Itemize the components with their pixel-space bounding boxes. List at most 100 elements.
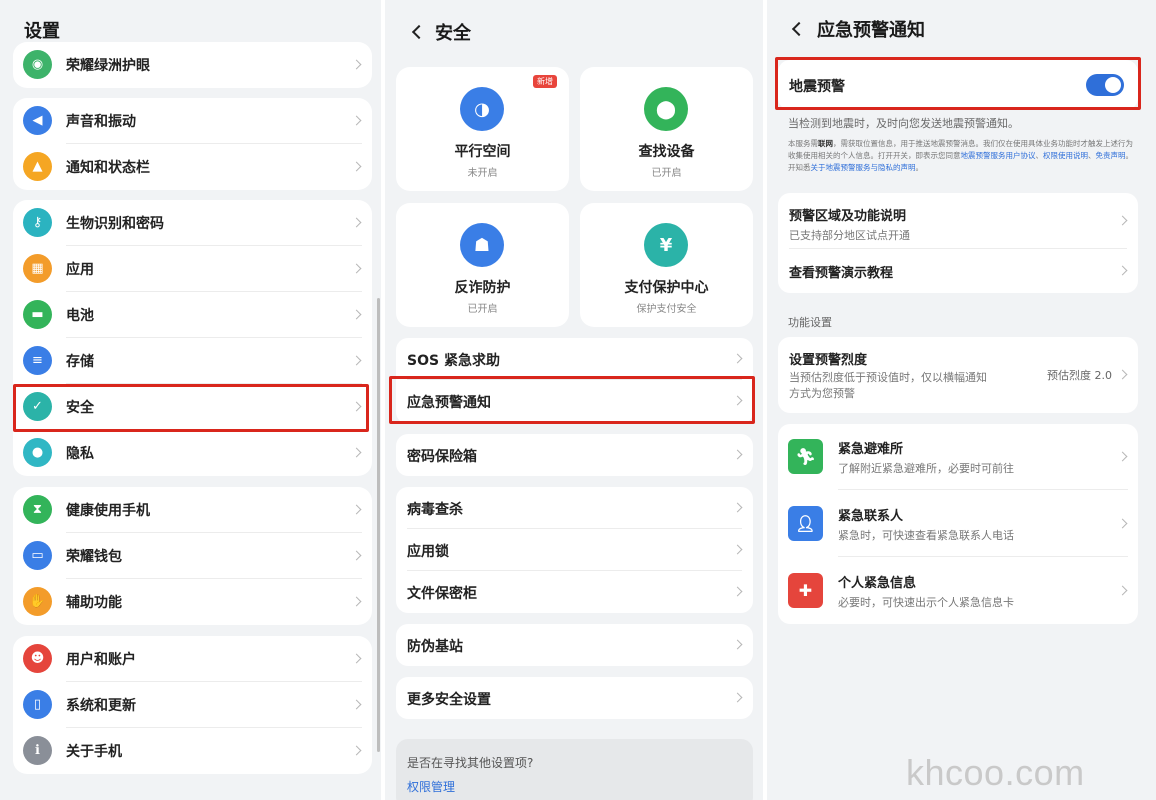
chevron-right-icon — [351, 161, 362, 172]
card-title: 平行空间 — [454, 144, 511, 160]
watermark: khcoo.com — [906, 752, 1085, 793]
battery-icon: ▬ — [23, 300, 52, 329]
list-item-label: 应用锁 — [407, 544, 449, 560]
chevron-right-icon — [351, 745, 362, 756]
list-item-label: 防伪基站 — [407, 639, 463, 655]
list-group-more: 更多安全设置 — [396, 677, 753, 719]
emergency-shelter-row[interactable]: 🏃︎ 紧急避难所 了解附近紧急避难所，必要时可前往 — [778, 424, 1138, 490]
list-item-app-lock[interactable]: 应用锁 — [396, 529, 753, 571]
shield-icon: ✓ — [23, 392, 52, 421]
settings-group-security: ⚷ 生物识别和密码 ▦ 应用 ▬ 电池 ≡ 存储 ✓ 安全 ● 隐私 — [13, 200, 372, 476]
chevron-right-icon — [732, 395, 743, 406]
settings-item-apps[interactable]: ▦ 应用 — [13, 246, 372, 292]
settings-item-accounts[interactable]: ☻ 用户和账户 — [13, 636, 372, 682]
list-item-virus-scan[interactable]: 病毒查杀 — [396, 487, 753, 529]
settings-item-label: 隐私 — [66, 446, 94, 462]
list-item-file-safe[interactable]: 文件保密柜 — [396, 571, 753, 613]
settings-item-sound[interactable]: ◀ 声音和振动 — [13, 98, 372, 144]
location-pin-icon: ⬤ — [644, 87, 688, 131]
phone-info-icon: ℹ — [23, 736, 52, 765]
settings-item-security[interactable]: ✓ 安全 — [13, 384, 372, 430]
row-title: 查看预警演示教程 — [789, 266, 894, 281]
settings-item-label: 声音和振动 — [66, 114, 136, 130]
card-payment-protection[interactable]: ¥ 支付保护中心 保护支付安全 — [580, 203, 753, 327]
medical-cross-icon: ✚ — [788, 573, 823, 608]
privacy-statement-link[interactable]: 关于地震预警服务与隐私的声明 — [811, 163, 916, 172]
settings-item-accessibility[interactable]: ✋ 辅助功能 — [13, 579, 372, 625]
list-item-sos[interactable]: SOS 紧急求助 — [396, 338, 753, 380]
row-title: 紧急联系人 — [838, 509, 904, 524]
chevron-right-icon — [351, 550, 362, 561]
card-find-device[interactable]: ⬤ 查找设备 已开启 — [580, 67, 753, 191]
apps-icon: ▦ — [23, 254, 52, 283]
settings-item-storage[interactable]: ≡ 存储 — [13, 338, 372, 384]
earthquake-alert-row[interactable]: 地震预警 — [778, 60, 1138, 110]
permission-management-link[interactable]: 权限管理 — [407, 778, 455, 795]
personal-emergency-info-row[interactable]: ✚ 个人紧急信息 必要时，可快速出示个人紧急信息卡 — [778, 558, 1138, 624]
settings-item-about-phone[interactable]: ℹ 关于手机 — [13, 728, 372, 774]
chevron-right-icon — [351, 504, 362, 515]
chevron-right-icon — [351, 699, 362, 710]
chevron-right-icon — [732, 353, 743, 364]
chevron-right-icon — [732, 586, 743, 597]
earthquake-alert-toggle[interactable] — [1086, 74, 1124, 96]
card-status: 已开启 — [651, 168, 682, 179]
settings-item-label: 安全 — [66, 400, 94, 416]
search-hint-card: 是否在寻找其他设置项? 权限管理 — [396, 739, 753, 800]
card-parallel-space[interactable]: 新增 ◑ 平行空间 未开启 — [396, 67, 569, 191]
card-status: 未开启 — [467, 168, 498, 179]
new-badge: 新增 — [533, 75, 557, 88]
sound-icon: ◀ — [23, 106, 52, 135]
privacy-icon: ● — [23, 438, 52, 467]
settings-item-biometrics[interactable]: ⚷ 生物识别和密码 — [13, 200, 372, 246]
settings-item-battery[interactable]: ▬ 电池 — [13, 292, 372, 338]
parallel-space-icon: ◑ — [460, 87, 504, 131]
settings-item-label: 用户和账户 — [66, 652, 136, 668]
key-icon: ⚷ — [23, 208, 52, 237]
settings-item-wallet[interactable]: ▭ 荣耀钱包 — [13, 533, 372, 579]
disclaimer-link[interactable]: 免责声明 — [1096, 151, 1126, 160]
demo-tutorial-row[interactable]: 查看预警演示教程 — [778, 249, 1138, 293]
row-subtitle: 紧急时，可快速查看紧急联系人电话 — [838, 529, 1014, 542]
emergency-contacts-row[interactable]: 👤︎ 紧急联系人 紧急时，可快速查看紧急联系人电话 — [778, 491, 1138, 557]
toggle-description: 当检测到地震时，及时向您发送地震预警通知。 — [788, 117, 1019, 130]
list-item-label: 更多安全设置 — [407, 692, 491, 708]
chevron-right-icon — [351, 115, 362, 126]
card-anti-fraud[interactable]: ☗ 反诈防护 已开启 — [396, 203, 569, 327]
toggle-label: 地震预警 — [789, 79, 845, 95]
list-item-label: 病毒查杀 — [407, 502, 463, 518]
chevron-right-icon — [732, 449, 743, 460]
chevron-right-icon — [1117, 369, 1128, 380]
settings-item-privacy[interactable]: ● 隐私 — [13, 430, 372, 476]
card-title: 反诈防护 — [454, 280, 511, 296]
chevron-right-icon — [732, 692, 743, 703]
page-title: 设置 — [24, 21, 60, 42]
settings-item-digital-balance[interactable]: ⧗ 健康使用手机 — [13, 487, 372, 533]
list-item-password-vault[interactable]: 密码保险箱 — [396, 434, 753, 476]
page-title: 安全 — [435, 23, 471, 44]
settings-item-label: 健康使用手机 — [66, 503, 150, 519]
hand-icon: ✋ — [23, 587, 52, 616]
alert-area-row[interactable]: 预警区域及功能说明 已支持部分地区试点开通 — [778, 193, 1138, 249]
row-title: 个人紧急信息 — [838, 576, 917, 591]
settings-item-notifications[interactable]: ▲ 通知和状态栏 — [13, 144, 372, 190]
anti-fraud-icon: ☗ — [460, 223, 504, 267]
card-status: 保护支付安全 — [636, 304, 697, 315]
settings-item-label: 生物识别和密码 — [66, 216, 164, 232]
settings-item-eye-comfort[interactable]: ◉ 荣耀绿洲护眼 — [13, 42, 372, 88]
settings-item-system-update[interactable]: ▯ 系统和更新 — [13, 682, 372, 728]
list-item-fake-base-station[interactable]: 防伪基站 — [396, 624, 753, 666]
back-icon[interactable] — [791, 21, 807, 37]
back-icon[interactable] — [411, 24, 427, 40]
storage-icon: ≡ — [23, 346, 52, 375]
user-icon: ☻ — [23, 644, 52, 673]
user-agreement-link[interactable]: 地震预警服务用户协议 — [961, 151, 1036, 160]
chevron-right-icon — [351, 309, 362, 320]
scrollbar[interactable] — [377, 298, 380, 752]
page-title: 应急预警通知 — [817, 20, 925, 41]
intensity-setting-row[interactable]: 设置预警烈度 当预估烈度低于预设值时，仅以横幅通知方式为您预警 预估烈度 2.0 — [778, 337, 1138, 413]
list-item-emergency-alerts[interactable]: 应急预警通知 — [396, 380, 753, 422]
list-item-more-security[interactable]: 更多安全设置 — [396, 677, 753, 719]
row-subtitle: 当预估烈度低于预设值时，仅以横幅通知方式为您预警 — [789, 371, 987, 400]
permission-info-link[interactable]: 权限使用说明 — [1043, 151, 1088, 160]
